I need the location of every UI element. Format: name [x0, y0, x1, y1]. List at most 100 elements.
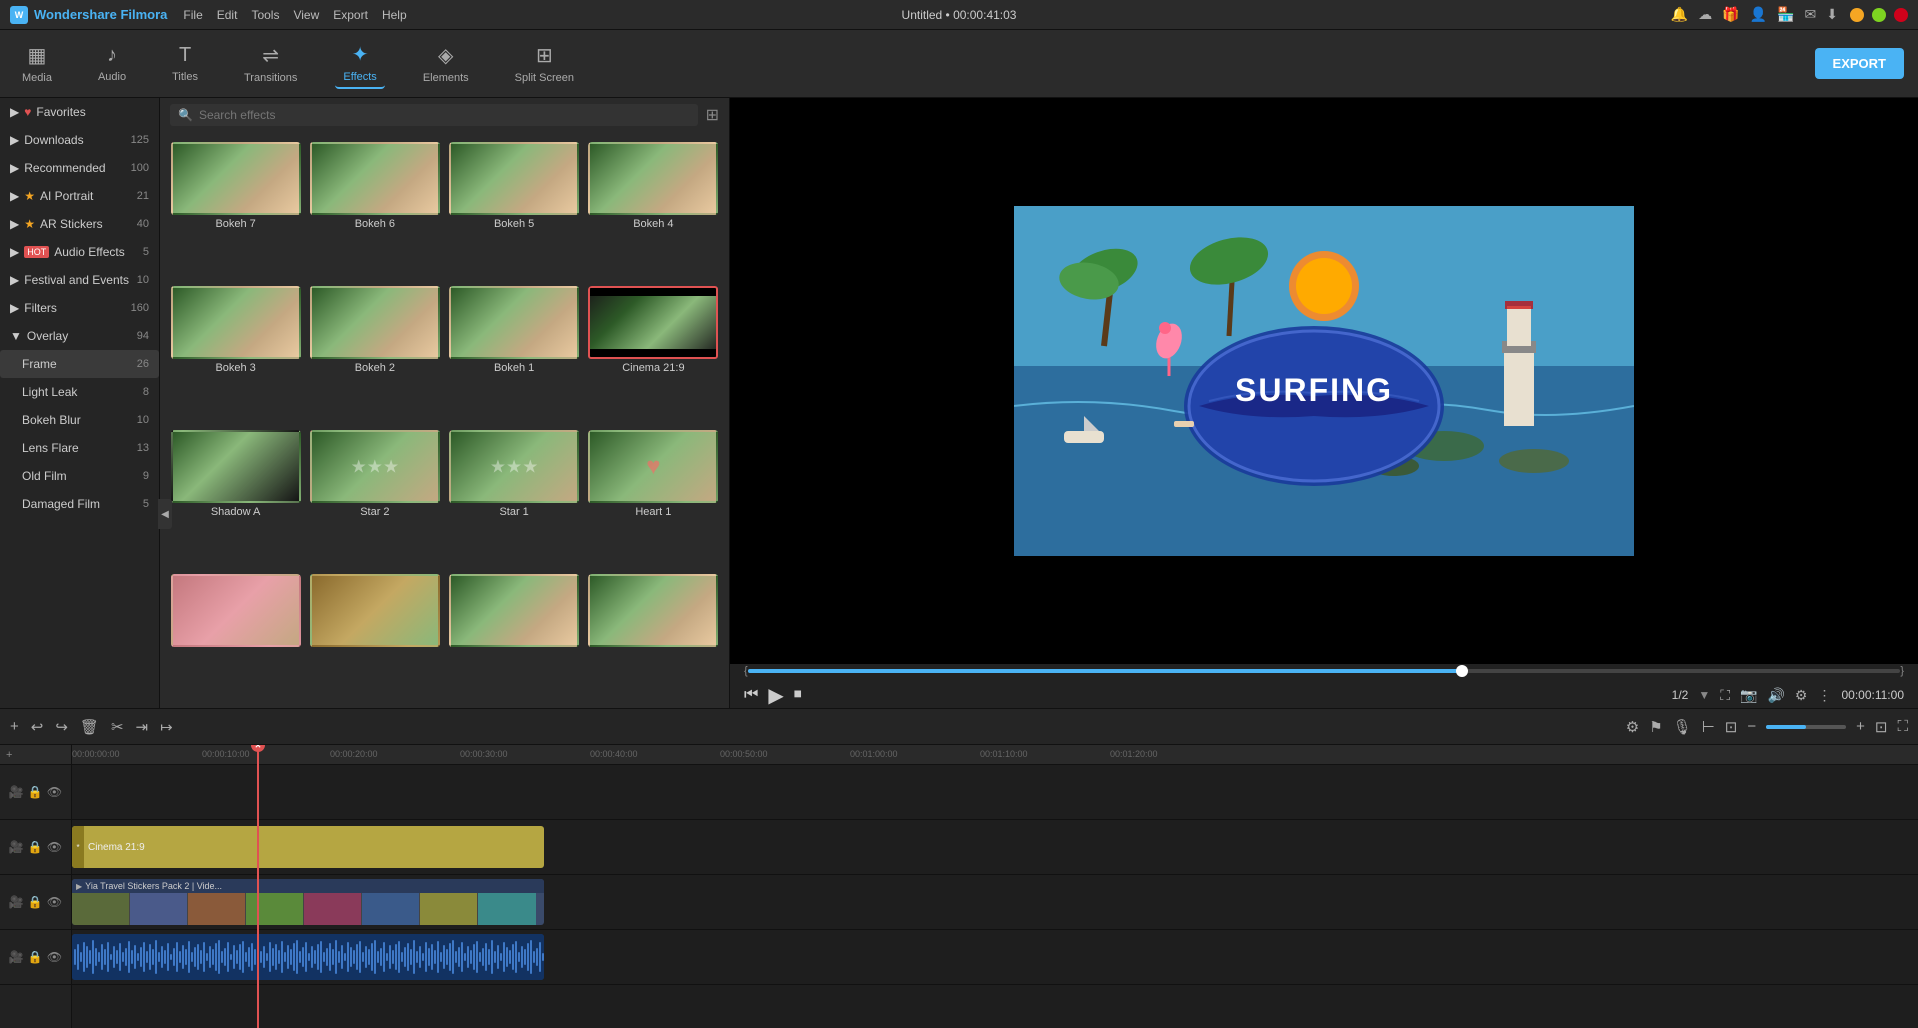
mail-icon[interactable]: ✉: [1805, 6, 1817, 23]
sidebar-item-ai-portrait[interactable]: ▶ ★ AI Portrait 21: [0, 182, 159, 210]
crop-button[interactable]: ⊡: [1725, 718, 1738, 736]
add-track-button[interactable]: +: [10, 718, 19, 735]
notification-icon[interactable]: 🔔: [1671, 6, 1688, 23]
zoom-out-button[interactable]: −: [1747, 718, 1756, 735]
menu-view[interactable]: View: [293, 8, 319, 22]
effect-row4b[interactable]: [309, 574, 440, 698]
user-icon[interactable]: 👤: [1750, 6, 1767, 23]
stop-button[interactable]: ⏹: [794, 686, 802, 704]
sidebar-item-old-film[interactable]: Old Film 9: [0, 462, 159, 490]
store-icon[interactable]: 🏪: [1777, 6, 1794, 23]
cloud-icon[interactable]: ☁: [1698, 6, 1712, 23]
redo-button[interactable]: ↪: [55, 718, 68, 736]
fraction-dropdown-icon[interactable]: ▼: [1698, 688, 1710, 702]
tool-split-screen[interactable]: ⊞ Split Screen: [507, 39, 582, 88]
effect-shadow-a[interactable]: Shadow A: [170, 430, 301, 566]
split-button[interactable]: ⊢: [1702, 718, 1715, 736]
cut-button[interactable]: ✂: [111, 718, 124, 736]
track3-lock-icon[interactable]: 🔒: [28, 895, 43, 909]
tool-titles[interactable]: T Titles: [164, 40, 206, 87]
sidebar-festival-count: 10: [137, 274, 149, 286]
sidebar-item-filters[interactable]: ▶ Filters 160: [0, 294, 159, 322]
track4-eye-icon[interactable]: 👁: [47, 950, 62, 964]
clip-cinema219[interactable]: * Cinema 21:9: [72, 826, 544, 868]
sidebar-item-frame[interactable]: Frame 26: [0, 350, 159, 378]
camera-button[interactable]: 📷: [1740, 687, 1757, 704]
effect-bokeh5[interactable]: Bokeh 5: [449, 142, 580, 278]
effect-heart1[interactable]: Heart 1: [588, 430, 719, 566]
fit-button[interactable]: ⊡: [1875, 718, 1888, 736]
fullscreen-timeline-button[interactable]: ⛶: [1897, 718, 1908, 735]
sidebar-item-festival-events[interactable]: ▶ Festival and Events 10: [0, 266, 159, 294]
sidebar-item-recommended[interactable]: ▶ Recommended 100: [0, 154, 159, 182]
sidebar-item-bokeh-blur[interactable]: Bokeh Blur 10: [0, 406, 159, 434]
sidebar-item-light-leak[interactable]: Light Leak 8: [0, 378, 159, 406]
add-media-button[interactable]: +: [0, 745, 71, 765]
effect-bokeh2[interactable]: Bokeh 2: [309, 286, 440, 422]
playhead[interactable]: ✕: [257, 745, 259, 1028]
track1-lock-icon[interactable]: 🔒: [28, 785, 43, 799]
app-logo: W Wondershare Filmora: [10, 6, 167, 24]
marker-button[interactable]: ⚑: [1649, 718, 1662, 736]
zoom-in-button[interactable]: +: [1856, 718, 1865, 735]
grid-toggle-icon[interactable]: ⊞: [706, 105, 719, 125]
undo-button[interactable]: ↩: [31, 718, 44, 736]
clip-audio[interactable]: [72, 934, 544, 980]
effect-star1[interactable]: Star 1: [449, 430, 580, 566]
effect-bokeh7[interactable]: Bokeh 7: [170, 142, 301, 278]
more-preview-button[interactable]: ⋮: [1817, 687, 1831, 704]
audio-preview-button[interactable]: 🔊: [1767, 687, 1784, 704]
delete-button[interactable]: 🗑: [80, 718, 99, 736]
progress-bar[interactable]: [748, 669, 1901, 673]
sidebar-item-audio-effects[interactable]: ▶ HOT Audio Effects 5: [0, 238, 159, 266]
track2-eye-icon[interactable]: 👁: [47, 840, 62, 854]
sidebar-item-overlay[interactable]: ▼ Overlay 94: [0, 322, 159, 350]
close-button[interactable]: ×: [1894, 8, 1908, 22]
sidebar-item-favorites[interactable]: ▶ ♥ Favorites: [0, 98, 159, 126]
fullscreen-button[interactable]: ⛶: [1720, 687, 1730, 704]
settings-preview-button[interactable]: ⚙: [1795, 687, 1808, 704]
effect-bokeh3[interactable]: Bokeh 3: [170, 286, 301, 422]
track2-lock-icon[interactable]: 🔒: [28, 840, 43, 854]
track1-eye-icon[interactable]: 👁: [47, 785, 62, 799]
clip-stickers[interactable]: ▶ Yia Travel Stickers Pack 2 | Vide...: [72, 879, 544, 925]
tool-audio[interactable]: ♪ Audio: [90, 40, 134, 87]
effect-row4d[interactable]: [588, 574, 719, 698]
forward-button[interactable]: ↦: [160, 718, 173, 736]
effect-bokeh1[interactable]: Bokeh 1: [449, 286, 580, 422]
timeline-zoom-slider[interactable]: [1766, 725, 1846, 729]
maximize-button[interactable]: □: [1872, 8, 1886, 22]
voiceover-button[interactable]: 🎙: [1673, 718, 1692, 736]
minimize-button[interactable]: −: [1850, 8, 1864, 22]
track4-lock-icon[interactable]: 🔒: [28, 950, 43, 964]
track3-eye-icon[interactable]: 👁: [47, 895, 62, 909]
effect-bokeh4[interactable]: Bokeh 4: [588, 142, 719, 278]
effect-row4a[interactable]: [170, 574, 301, 698]
tool-transitions[interactable]: ⇌ Transitions: [236, 39, 305, 88]
tool-media[interactable]: ▦ Media: [14, 39, 60, 88]
sidebar-item-damaged-film[interactable]: Damaged Film 5: [0, 490, 159, 518]
sidebar-collapse-button[interactable]: ◀: [158, 499, 172, 529]
effect-cinema219[interactable]: Cinema 21:9: [588, 286, 719, 422]
menu-export[interactable]: Export: [333, 8, 368, 22]
menu-edit[interactable]: Edit: [217, 8, 238, 22]
download-icon[interactable]: ⬇: [1826, 6, 1838, 23]
sidebar-item-lens-flare[interactable]: Lens Flare 13: [0, 434, 159, 462]
export-button[interactable]: EXPORT: [1815, 48, 1904, 79]
ripple-button[interactable]: ⇥: [136, 718, 149, 736]
effect-row4c[interactable]: [449, 574, 580, 698]
tool-effects[interactable]: ✦ Effects: [335, 38, 384, 89]
menu-tools[interactable]: Tools: [251, 8, 279, 22]
menu-file[interactable]: File: [183, 8, 202, 22]
effect-star2[interactable]: Star 2: [309, 430, 440, 566]
gift-icon[interactable]: 🎁: [1722, 6, 1739, 23]
skip-back-button[interactable]: ⏮: [744, 686, 758, 704]
effects-search-input[interactable]: [199, 108, 690, 122]
sidebar-item-downloads[interactable]: ▶ Downloads 125: [0, 126, 159, 154]
play-pause-button[interactable]: ▶: [768, 683, 783, 708]
effect-bokeh6[interactable]: Bokeh 6: [309, 142, 440, 278]
sidebar-item-ar-stickers[interactable]: ▶ ★ AR Stickers 40: [0, 210, 159, 238]
tool-elements[interactable]: ◈ Elements: [415, 39, 477, 88]
snap-button[interactable]: ⚙: [1626, 718, 1639, 736]
menu-help[interactable]: Help: [382, 8, 407, 22]
